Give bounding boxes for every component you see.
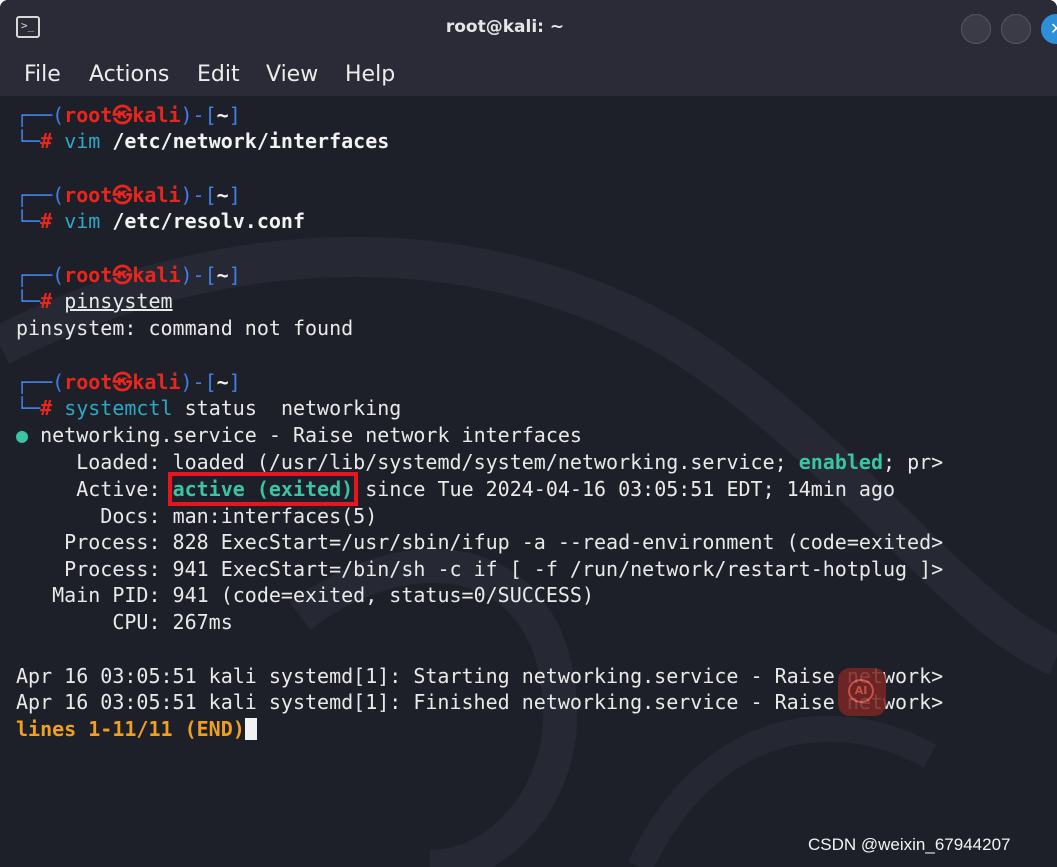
log-line: Apr 16 03:05:51 kali systemd[1]: Finishe… xyxy=(16,690,944,714)
prompt-line: ┌──(root㉿kali)-[~] xyxy=(16,370,241,394)
title-bar: >_ root@kali: ~ ✕ xyxy=(0,0,1057,56)
prompt-line: ┌──(root㉿kali)-[~] xyxy=(16,103,241,127)
mainpid-line: Main PID: 941 (code=exited, status=0/SUC… xyxy=(52,583,594,607)
menu-help[interactable]: Help xyxy=(345,62,395,87)
error-output: pinsystem: command not found xyxy=(16,316,354,340)
pager-status: lines 1-11/11 (END) xyxy=(16,716,257,742)
active-line: Active: active (exited) since Tue 2024-0… xyxy=(76,472,896,506)
loaded-line: Loaded: loaded (/usr/lib/systemd/system/… xyxy=(76,450,944,474)
ai-logo-icon: AI xyxy=(838,668,886,716)
prompt-line: ┌──(root㉿kali)-[~] xyxy=(16,263,241,287)
prompt-line: ┌──(root㉿kali)-[~] xyxy=(16,183,241,207)
status-dot: ● xyxy=(16,423,29,447)
process-line: Process: 941 ExecStart=/bin/sh -c if [ -… xyxy=(64,557,944,581)
menu-actions[interactable]: Actions xyxy=(89,62,169,87)
command-line: └─# vim /etc/resolv.conf xyxy=(16,209,306,233)
window-title: root@kali: ~ xyxy=(445,17,565,37)
text-cursor xyxy=(244,718,257,740)
minimize-button[interactable] xyxy=(961,14,991,44)
cpu-line: CPU: 267ms xyxy=(112,610,233,634)
terminal-output[interactable]: ┌──(root㉿kali)-[~] └─# vim /etc/network/… xyxy=(0,96,1057,867)
command-line: └─# systemctl status networking xyxy=(16,396,402,420)
docs-line: Docs: man:interfaces(5) xyxy=(100,504,378,528)
menu-file[interactable]: File xyxy=(24,62,61,87)
menu-edit[interactable]: Edit xyxy=(197,62,240,87)
maximize-button[interactable] xyxy=(1001,14,1031,44)
log-line: Apr 16 03:05:51 kali systemd[1]: Startin… xyxy=(16,664,944,688)
active-status-highlight: active (exited) xyxy=(167,472,359,506)
csdn-watermark: CSDN @weixin_67944207 xyxy=(808,835,1011,854)
service-line: ● networking.service - Raise network int… xyxy=(16,423,582,447)
process-line: Process: 828 ExecStart=/usr/sbin/ifup -a… xyxy=(64,530,944,554)
terminal-window: >_ root@kali: ~ ✕ File Actions Edit View… xyxy=(0,0,1057,867)
command-line: └─# pinsystem xyxy=(16,289,173,313)
command-line: └─# vim /etc/network/interfaces xyxy=(16,129,390,153)
menu-view[interactable]: View xyxy=(266,62,318,87)
close-button[interactable]: ✕ xyxy=(1041,14,1057,44)
menu-bar: File Actions Edit View Help xyxy=(0,56,1057,96)
